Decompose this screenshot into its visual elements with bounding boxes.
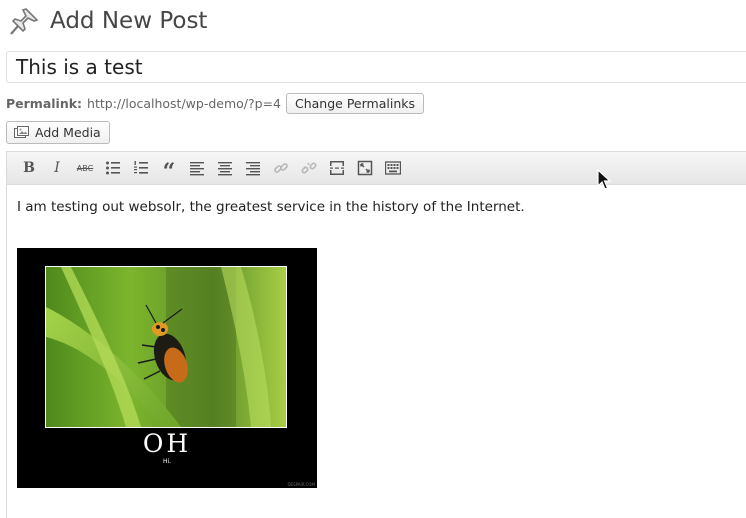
strikethrough-button[interactable]: ABC [71, 156, 99, 180]
more-tag-icon [330, 161, 344, 175]
align-right-button[interactable] [239, 156, 267, 180]
post-title-input[interactable]: This is a test [6, 51, 746, 83]
editor-content[interactable]: I am testing out websolr, the greatest s… [7, 185, 746, 229]
editor-toolbar: B I ABC “ [7, 152, 746, 185]
bold-button[interactable]: B [15, 156, 43, 180]
media-icon [14, 125, 29, 138]
image-credit: DESPAIR.COM [287, 482, 315, 487]
link-icon [274, 163, 288, 173]
image-photo-frame [45, 266, 287, 428]
bullet-list-button[interactable] [99, 156, 127, 180]
ladybug-photo [46, 267, 286, 427]
content-paragraph: I am testing out websolr, the greatest s… [17, 199, 525, 215]
bullet-list-icon [106, 161, 120, 175]
insert-link-button[interactable] [267, 156, 295, 180]
numbered-list-icon [134, 161, 148, 174]
blockquote-button[interactable]: “ [155, 156, 183, 185]
image-caption-title: OH [142, 429, 192, 458]
unlink-icon [301, 162, 317, 174]
align-right-icon [246, 162, 260, 176]
image-caption-subtitle: Hi. [162, 458, 172, 465]
align-left-icon [190, 162, 204, 176]
keyboard-icon [385, 161, 401, 175]
fullscreen-button[interactable] [351, 156, 379, 180]
pushpin-icon [10, 8, 39, 35]
remove-link-button[interactable] [295, 156, 323, 180]
permalink-label: Permalink: [6, 95, 83, 111]
permalink-row: Permalink: http://localhost/wp-demo/?p=4… [6, 92, 424, 114]
align-left-button[interactable] [183, 156, 211, 180]
content-editor[interactable]: B I ABC “ I am testing out websolr, the … [6, 151, 746, 518]
change-permalinks-button[interactable]: Change Permalinks [286, 92, 424, 114]
fullscreen-icon [357, 160, 373, 176]
italic-button[interactable]: I [43, 156, 71, 180]
mouse-cursor-icon [597, 169, 611, 190]
page-title: Add New Post [50, 8, 208, 34]
align-center-icon [218, 162, 232, 176]
page-header: Add New Post [8, 5, 207, 37]
add-media-button[interactable]: Add Media [6, 121, 110, 144]
demotivational-image[interactable]: OH Hi. DESPAIR.COM [17, 248, 317, 488]
numbered-list-button[interactable] [127, 156, 155, 180]
permalink-url[interactable]: http://localhost/wp-demo/?p=4 [87, 96, 281, 111]
align-center-button[interactable] [211, 156, 239, 180]
kitchen-sink-button[interactable] [379, 156, 407, 180]
post-editor-page: Add New Post This is a test Permalink: h… [0, 0, 746, 518]
add-media-label: Add Media [35, 125, 101, 140]
read-more-button[interactable] [323, 156, 351, 180]
